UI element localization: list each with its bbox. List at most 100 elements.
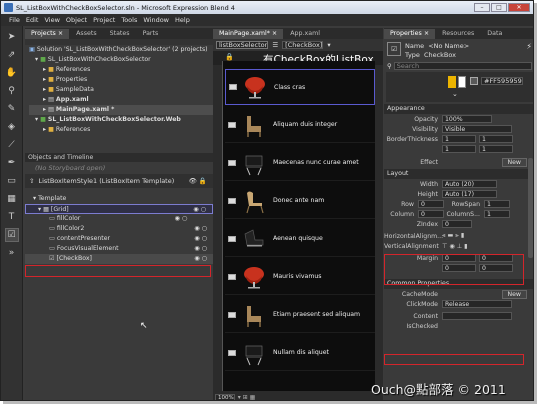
item-checkbox[interactable] [228,273,236,280]
item-checkbox[interactable] [228,311,236,318]
selection-tool-icon[interactable]: ➤ [5,30,19,44]
color-swatch-white[interactable] [458,76,466,88]
clickmode-select[interactable]: Release [442,300,512,308]
column-field[interactable]: 0 [418,210,444,218]
maximize-button[interactable]: □ [491,3,507,12]
checkbox-control-tool-icon[interactable]: ☑ [4,228,19,242]
menu-file[interactable]: File [9,16,20,24]
tree-item[interactable]: ▸ ▤ App.xaml [29,95,213,105]
tab-data[interactable]: Data [481,29,508,39]
pen-tool-icon[interactable]: ✒ [5,156,19,170]
columnspan-field[interactable]: 1 [484,210,510,218]
rowspan-field[interactable]: 1 [484,200,510,208]
tree-item-grid[interactable]: ▾ ▦ [Grid] ◉ ○ [25,204,213,214]
eyedropper-tool-icon[interactable]: ✎ [5,102,19,116]
appearance-section-header[interactable]: Appearance [384,104,533,114]
tree-item[interactable]: ▸ ■ References [29,125,213,135]
tree-item[interactable]: ▾ ■ SL_ListBoxWithCheckBoxSelector [29,55,213,65]
properties-scrollbar[interactable] [528,158,533,258]
menu-tools[interactable]: Tools [121,16,137,24]
menu-help[interactable]: Help [175,16,190,24]
opacity-field[interactable]: 100% [442,115,492,123]
vertical-alignment-buttons[interactable]: ⊤◉⊥▮ [442,243,470,250]
list-item[interactable]: Mauris vivamus [225,259,375,295]
tree-item-focusvisual[interactable]: ▭ FocusVisualElement ◉ ○ [25,244,213,254]
height-field[interactable]: Auto (17) [442,190,497,198]
border-bottom-field[interactable]: 1 [479,145,513,153]
zoom-tool-icon[interactable]: ⚲ [5,84,19,98]
tab-mainpage[interactable]: MainPage.xaml* × [213,29,284,39]
horizontal-alignment-buttons[interactable]: ⫷▬⫸▮ [442,232,466,240]
artboard-view-icons[interactable]: ▾ ⊞ ▦ [238,394,256,401]
zindex-field[interactable]: 0 [442,220,472,228]
list-item[interactable]: Nullam dis aliquet [225,335,375,371]
minimize-button[interactable]: – [474,3,490,12]
tab-assets[interactable]: Assets [70,29,103,39]
border-left-field[interactable]: 1 [442,135,476,143]
visibility-select[interactable]: Visible [442,125,512,133]
menu-edit[interactable]: Edit [26,16,39,24]
tree-item-checkbox[interactable]: ☑ [CheckBox] ◉ ○ [25,254,213,264]
paint-bucket-tool-icon[interactable]: ◈ [5,120,19,134]
brush-editor[interactable]: #FF595959 ⌄ [386,72,533,102]
item-checkbox[interactable] [228,235,236,242]
current-color-swatch[interactable] [470,77,478,85]
border-right-field[interactable]: 1 [442,145,476,153]
back-arrow-icon[interactable]: ⇧ [29,174,34,188]
grid-tool-icon[interactable]: ▦ [5,192,19,206]
tree-item-contentpresenter[interactable]: ▭ contentPresenter ◉ ○ [25,234,213,244]
effect-new-button[interactable]: New [501,157,527,167]
tree-item-selected[interactable]: ▸ ▤ MainPage.xaml * [29,105,213,115]
border-top-field[interactable]: 1 [479,135,513,143]
tree-item[interactable]: ▸ ■ SampleData [29,85,213,95]
list-item[interactable]: Class cras [225,69,375,105]
text-tool-icon[interactable]: T [5,210,19,224]
tree-item[interactable]: ▾ ■ SL_ListBoxWithCheckBoxSelector.Web [29,115,213,125]
layout-section-header[interactable]: Layout [384,169,533,179]
name-field[interactable]: <No Name> [428,42,469,51]
content-field[interactable] [442,312,512,320]
zoom-field[interactable]: 100% [215,393,235,400]
tab-resources[interactable]: Resources [436,29,480,39]
list-item[interactable]: Aenean quisque [225,221,375,257]
item-checkbox[interactable] [228,197,236,204]
tab-properties[interactable]: Properties × [384,29,436,39]
menu-project[interactable]: Project [93,16,115,24]
width-field[interactable]: Auto (20) [442,180,497,188]
tab-projects[interactable]: Projects × [25,29,70,39]
more-tools-icon[interactable]: » [5,246,19,260]
menu-view[interactable]: View [44,16,59,24]
chevron-down-icon[interactable]: ⌄ [452,90,458,98]
row-field[interactable]: 0 [418,200,444,208]
tab-parts[interactable]: Parts [137,29,165,39]
pan-tool-icon[interactable]: ✋ [5,66,19,80]
tree-item-template[interactable]: ▾ Template [25,194,213,204]
menu-window[interactable]: Window [143,16,169,24]
list-item[interactable]: Aliquam duis integer [225,107,375,143]
tab-states[interactable]: States [104,29,136,39]
breadcrumb-root[interactable]: listBoxSelector [216,41,269,49]
close-button[interactable]: ✕ [508,3,530,12]
tree-item[interactable]: ▣ Solution 'SL_ListBoxWithCheckBoxSelect… [29,45,213,55]
item-checkbox[interactable] [228,159,236,166]
rectangle-tool-icon[interactable]: ▭ [5,174,19,188]
color-swatch[interactable] [448,76,456,88]
tree-item[interactable]: ▸ ■ References [29,65,213,75]
cachemode-new-button[interactable]: New [501,289,527,299]
property-search-input[interactable]: Search [393,62,532,70]
breadcrumb-dropdown-icon[interactable]: ▾ [327,41,330,49]
tree-item[interactable]: ▸ ■ Properties [29,75,213,85]
list-item[interactable]: Donec ante nam [225,183,375,219]
menu-object[interactable]: Object [66,16,87,24]
breadcrumb-item[interactable]: [CheckBox] [282,41,324,49]
tab-app-xaml[interactable]: App.xaml [284,29,326,39]
storyboard-label[interactable]: (No Storyboard open) [25,162,213,174]
item-checkbox[interactable] [229,84,237,90]
brush-transform-tool-icon[interactable]: ⟋ [5,138,19,152]
direct-selection-tool-icon[interactable]: ⇗ [5,48,19,62]
list-item[interactable]: Maecenas nunc curae amet [225,145,375,181]
events-icon[interactable]: ⚡ [526,42,532,60]
item-checkbox[interactable] [228,121,236,128]
tree-item-fillcolor[interactable]: ▭ fillColor ◉ ○ [25,214,213,224]
tree-item-fillcolor2[interactable]: ▭ fillColor2 ◉ ○ [25,224,213,234]
